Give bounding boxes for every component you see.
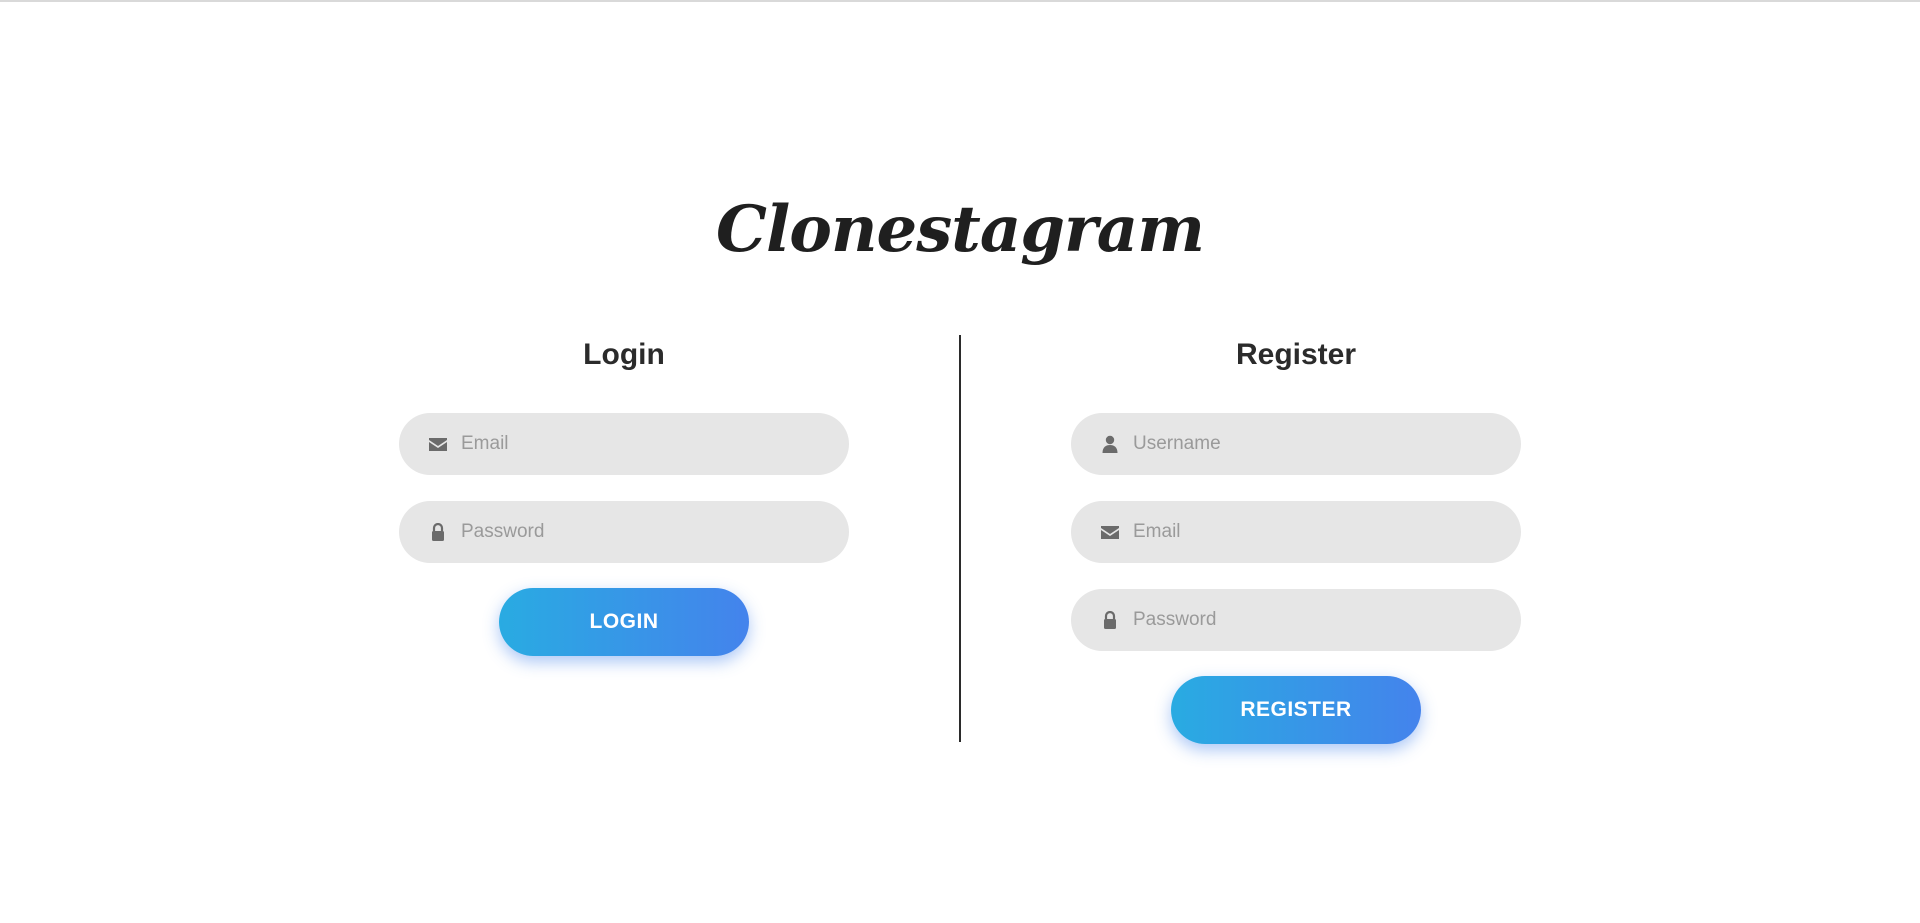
login-email-input[interactable] [461,413,821,475]
register-email-input[interactable] [1133,501,1493,563]
register-button[interactable]: REGISTER [1171,676,1421,744]
login-button[interactable]: LOGIN [499,588,749,656]
login-title: Login [583,338,665,371]
login-panel: Login LOGIN [399,335,849,656]
vertical-divider [959,335,961,742]
register-email-field[interactable] [1071,501,1521,563]
lock-icon [1100,610,1120,629]
register-title: Register [1235,338,1357,371]
lock-icon [428,522,448,541]
login-email-field[interactable] [399,413,849,475]
register-username-field[interactable] [1071,413,1521,475]
login-password-field[interactable] [399,501,849,563]
register-password-input[interactable] [1133,589,1493,651]
user-icon [1100,435,1120,453]
top-border [0,0,1920,2]
envelope-icon [428,435,448,453]
register-panel: Register REGISTER [1071,335,1521,744]
envelope-icon [1100,523,1120,541]
register-username-input[interactable] [1133,413,1493,475]
login-password-input[interactable] [461,501,821,563]
app-logo: Clonestagram [716,192,1205,267]
register-password-field[interactable] [1071,589,1521,651]
